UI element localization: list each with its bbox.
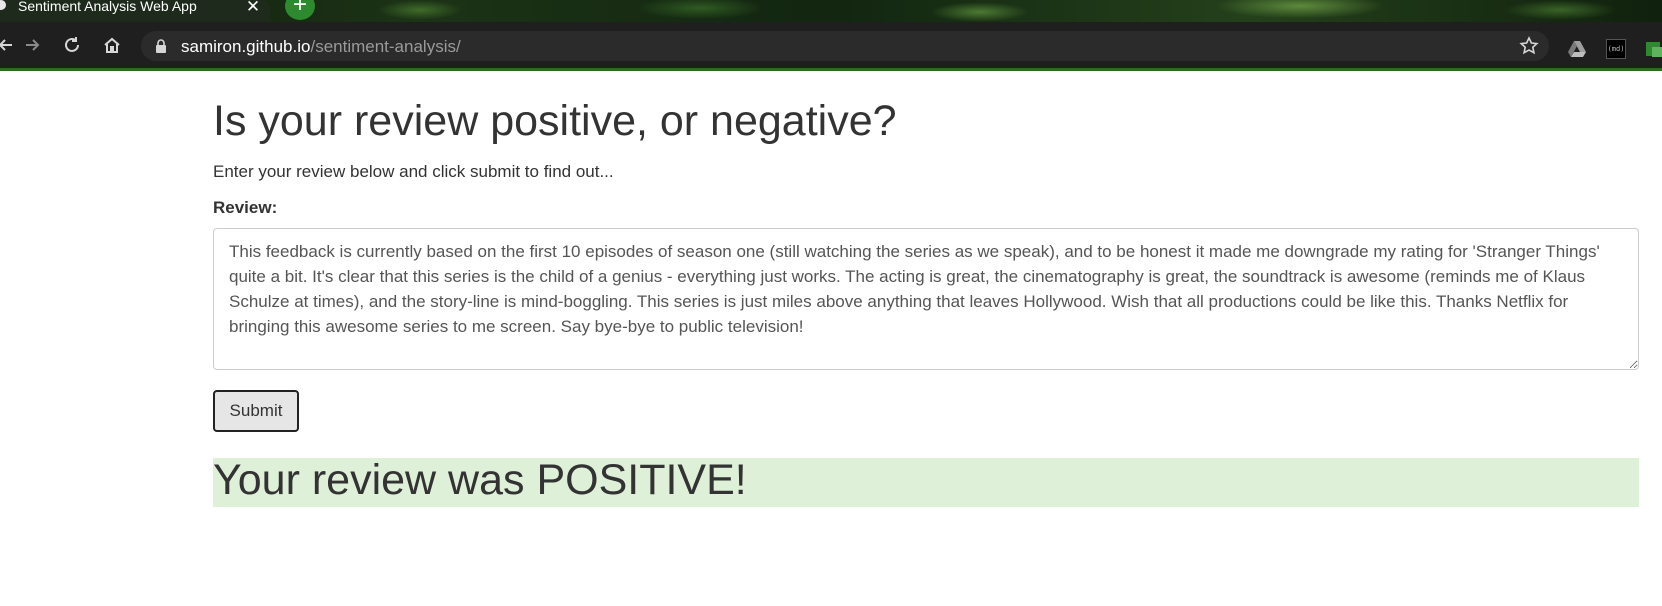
reload-icon[interactable]: [59, 32, 85, 58]
review-textarea[interactable]: This feedback is currently based on the …: [213, 228, 1639, 370]
lock-icon[interactable]: [154, 39, 168, 53]
browser-toolbar: samiron.github.io/sentiment-analysis/ (m…: [0, 22, 1662, 71]
extension-icon[interactable]: [1644, 39, 1662, 59]
markdown-icon[interactable]: (md): [1606, 39, 1626, 59]
address-bar[interactable]: samiron.github.io/sentiment-analysis/: [141, 31, 1549, 61]
submit-button[interactable]: Submit: [213, 390, 299, 432]
tab-title: Sentiment Analysis Web App: [18, 0, 197, 14]
browser-tab[interactable]: Sentiment Analysis Web App ✕: [0, 0, 270, 22]
forward-icon[interactable]: [20, 32, 46, 58]
instructions-text: Enter your review below and click submit…: [213, 162, 614, 181]
url-host: samiron.github.io: [181, 37, 311, 56]
review-label: Review:: [213, 198, 278, 217]
page-title: Is your review positive, or negative?: [213, 97, 897, 145]
drive-icon[interactable]: [1567, 39, 1587, 59]
star-icon[interactable]: [1519, 36, 1539, 56]
tab-close-icon[interactable]: ✕: [244, 0, 262, 16]
tab-strip: Sentiment Analysis Web App ✕ +: [0, 0, 1662, 22]
new-tab-icon[interactable]: +: [285, 0, 315, 20]
tab-favicon-icon: [0, 0, 6, 10]
result-banner: Your review was POSITIVE!: [213, 456, 1639, 507]
home-icon[interactable]: [99, 32, 125, 58]
result-text: Your review was POSITIVE!: [213, 456, 747, 504]
url-path: /sentiment-analysis/: [310, 37, 461, 56]
url-text[interactable]: samiron.github.io/sentiment-analysis/: [181, 37, 461, 57]
back-icon[interactable]: [0, 32, 18, 58]
